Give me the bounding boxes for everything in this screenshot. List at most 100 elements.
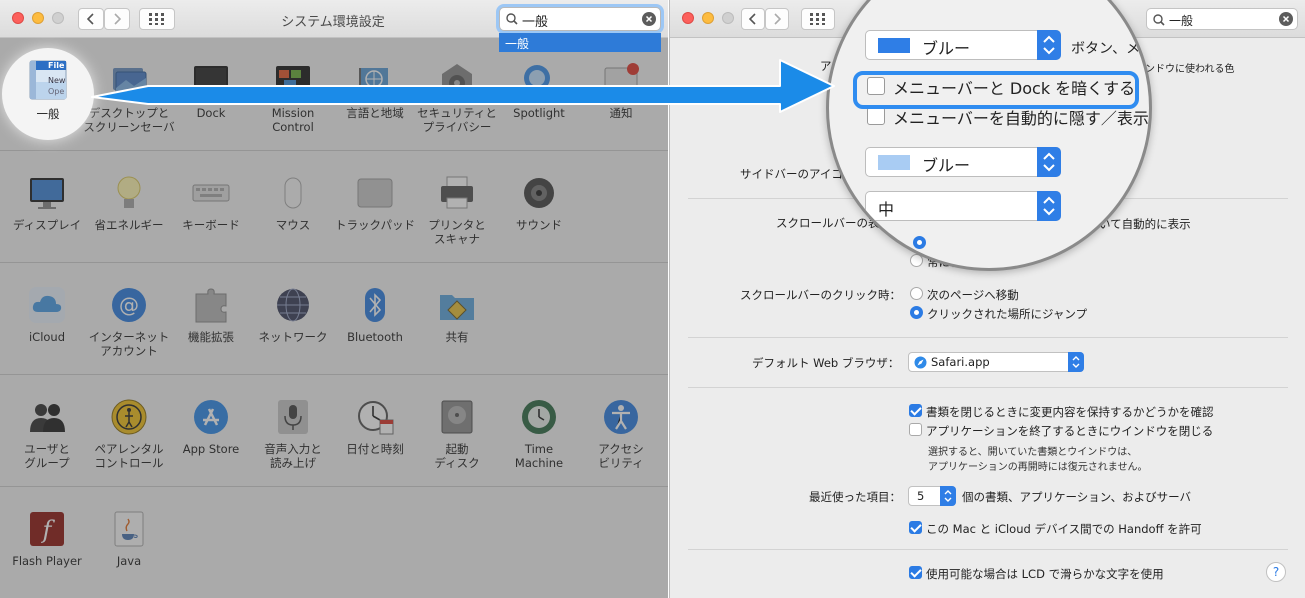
pane-users-groups[interactable]: ユーザと グループ	[6, 388, 88, 488]
app-store-icon	[194, 400, 228, 434]
general-icon-open: Ope	[48, 87, 65, 96]
icloud-icon	[29, 287, 65, 323]
pane-label: アクセシ ビリティ	[598, 442, 644, 470]
pane-extensions[interactable]: 機能拡張	[170, 276, 252, 376]
pane-flash-player[interactable]: f Flash Player	[6, 500, 88, 598]
window-title: システム環境設定	[281, 15, 385, 30]
pane-parental-controls[interactable]: ペアレンタル コントロール	[88, 388, 170, 488]
handoff-checkbox[interactable]	[909, 521, 922, 534]
pane-mission-control[interactable]: Mission Control	[252, 52, 334, 152]
scrollbar-auto-option[interactable]: いて自動的に表示	[1099, 216, 1191, 232]
show-all-button[interactable]	[801, 8, 835, 30]
pane-network[interactable]: ネットワーク	[252, 276, 334, 376]
safari-icon	[914, 356, 927, 369]
pane-date-time[interactable]: 日付と時刻	[334, 388, 416, 488]
pane-startup-disk[interactable]: 起動 ディスク	[416, 388, 498, 488]
default-browser-popup[interactable]: Safari.app	[908, 352, 1084, 372]
pane-notifications[interactable]: 通知	[580, 52, 662, 152]
pane-general[interactable]: File New Ope 一般	[2, 48, 94, 140]
search-input[interactable]: 一般	[1146, 8, 1298, 30]
appearance-description-zoomed: ボタン、メニ	[1071, 41, 1152, 57]
scrollbar-always-radio-zoomed[interactable]	[913, 255, 926, 268]
autohide-menu-checkbox[interactable]	[867, 107, 885, 125]
pane-label: ネットワーク	[258, 330, 328, 344]
zoom-window-button[interactable]	[52, 12, 64, 24]
pane-internet-accounts[interactable]: @ インターネット アカウント	[88, 276, 170, 376]
displays-icon	[30, 178, 64, 209]
pane-accessibility[interactable]: アクセシ ビリティ	[580, 388, 662, 488]
back-button[interactable]	[78, 8, 104, 30]
recent-items-popup[interactable]: 5	[908, 486, 956, 506]
pane-trackpad[interactable]: トラックパッド	[334, 164, 416, 264]
pane-dictation-speech[interactable]: 音声入力と 読み上げ	[252, 388, 334, 488]
pane-dock[interactable]: Dock	[170, 52, 252, 152]
pane-java[interactable]: Java	[88, 500, 170, 598]
pane-language-region[interactable]: 言語と地域	[334, 52, 416, 152]
jump-to-spot-radio[interactable]	[910, 306, 923, 319]
up-down-arrows-icon	[1072, 356, 1080, 368]
pane-sharing[interactable]: 共有	[416, 276, 498, 376]
pane-sound[interactable]: サウンド	[498, 164, 580, 264]
minimize-window-button[interactable]	[32, 12, 44, 24]
pane-desktop-screensaver[interactable]: デスクトップと スクリーンセーバ	[83, 52, 175, 152]
pane-energy-saver[interactable]: 省エネルギー	[88, 164, 170, 264]
highlight-color-popup-zoomed[interactable]: ブルー	[865, 147, 1061, 177]
highlight-color-value: ブルー	[922, 156, 971, 175]
pane-app-store[interactable]: App Store	[170, 388, 252, 488]
pane-time-machine[interactable]: Time Machine	[498, 388, 580, 488]
close-windows-label: アプリケーションを終了するときにウインドウを閉じる	[926, 424, 1214, 438]
pane-label: Flash Player	[12, 554, 82, 568]
pane-printers-scanners[interactable]: プリンタと スキャナ	[416, 164, 498, 264]
forward-button[interactable]	[765, 8, 789, 30]
clear-search-icon[interactable]	[642, 12, 656, 26]
printers-scanners-icon	[441, 176, 473, 209]
zoom-window-button[interactable]	[722, 12, 734, 24]
ask-keep-changes-checkbox[interactable]	[909, 404, 922, 417]
dictation-speech-icon	[278, 400, 308, 434]
popup-stepper	[1037, 191, 1061, 221]
next-page-radio[interactable]	[910, 287, 923, 300]
close-window-button[interactable]	[682, 12, 694, 24]
pane-label: キーボード	[182, 218, 240, 232]
search-input[interactable]: 一般	[499, 7, 661, 31]
pane-label: プリンタと スキャナ	[428, 218, 486, 246]
default-browser-label: デフォルト Web ブラウザ：	[752, 356, 900, 370]
scrollbar-auto-radio-zoomed[interactable]	[913, 236, 926, 249]
appearance-popup-zoomed[interactable]: ブルー	[865, 30, 1061, 60]
scrollbar-click-label: スクロールバーのクリック時：	[740, 288, 901, 302]
show-all-button[interactable]	[139, 8, 175, 30]
pane-icloud[interactable]: iCloud	[6, 276, 88, 376]
lcd-smoothing-label: 使用可能な場合は LCD で滑らかな文字を使用	[926, 567, 1164, 581]
minimize-window-button[interactable]	[702, 12, 714, 24]
handoff-label: この Mac と iCloud デバイス間での Handoff を許可	[926, 522, 1202, 536]
help-button[interactable]: ?	[1266, 562, 1286, 582]
forward-button[interactable]	[104, 8, 130, 30]
close-window-button[interactable]	[12, 12, 24, 24]
lcd-smoothing-checkbox[interactable]	[909, 566, 922, 579]
popup-stepper	[1037, 30, 1061, 60]
spotlight-icon	[524, 65, 556, 99]
extensions-icon	[195, 288, 227, 323]
pane-label: Dock	[196, 106, 226, 120]
pane-label: 省エネルギー	[94, 218, 164, 232]
clear-search-icon[interactable]	[1279, 12, 1293, 26]
startup-disk-icon	[441, 400, 473, 434]
search-suggestion[interactable]: 一般	[499, 33, 661, 52]
pane-label: セキュリティと プライバシー	[417, 106, 497, 134]
java-icon	[114, 511, 144, 547]
pane-security-privacy[interactable]: セキュリティと プライバシー	[416, 52, 498, 152]
sidebar-icon-size-popup-zoomed[interactable]: 中	[865, 191, 1061, 221]
close-windows-checkbox[interactable]	[909, 423, 922, 436]
pane-bluetooth[interactable]: Bluetooth	[334, 276, 416, 376]
pane-keyboard[interactable]: キーボード	[170, 164, 252, 264]
pane-mouse[interactable]: マウス	[252, 164, 334, 264]
ask-keep-changes-label: 書類を閉じるときに変更内容を保持するかどうかを確認	[926, 405, 1214, 419]
pane-displays[interactable]: ディスプレイ	[6, 164, 88, 264]
pane-label: 通知	[609, 106, 633, 120]
sharing-icon	[440, 295, 474, 320]
appearance-value: ブルー	[922, 39, 971, 58]
system-preferences-window: システム環境設定 一般 一般 デスクトップと スクリーンセーバ Dock Mis…	[0, 0, 668, 598]
back-button[interactable]	[741, 8, 765, 30]
blue-swatch	[878, 38, 910, 53]
pane-spotlight[interactable]: Spotlight	[498, 52, 580, 152]
